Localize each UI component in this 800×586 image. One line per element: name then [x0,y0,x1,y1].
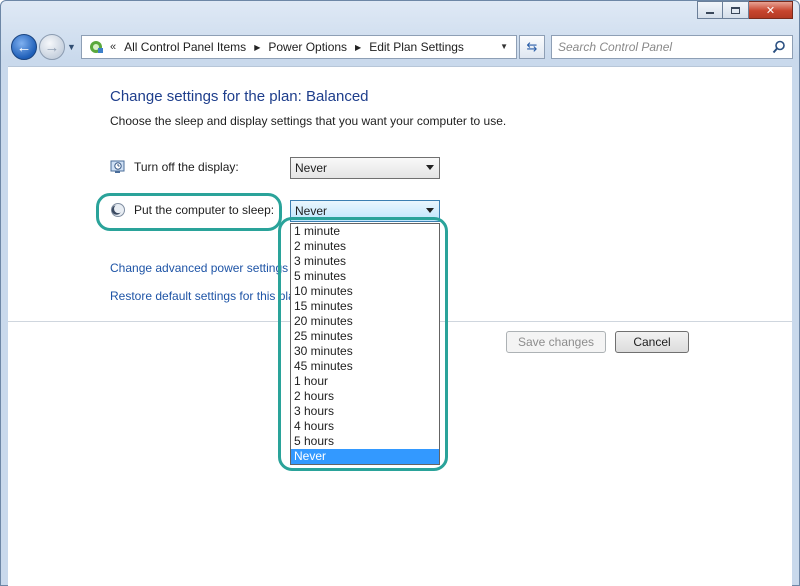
back-arrow-icon: ← [16,38,32,56]
breadcrumb-all-control-panel-items[interactable]: All Control Panel Items [124,40,246,54]
chevron-down-icon [426,208,434,213]
breadcrumb-power-options[interactable]: Power Options [268,40,347,54]
page-title: Change settings for the plan: Balanced [110,88,369,105]
address-dropdown-icon[interactable]: ▼ [500,42,508,51]
maximize-icon [731,6,740,14]
sleep-option[interactable]: 2 minutes [291,239,439,254]
sleep-option[interactable]: 20 minutes [291,314,439,329]
display-off-select[interactable]: Never [290,157,440,179]
sleep-option[interactable]: 30 minutes [291,344,439,359]
sleep-option[interactable]: 25 minutes [291,329,439,344]
chevron-down-icon [426,165,434,170]
search-box[interactable] [551,35,793,59]
sleep-option[interactable]: 4 hours [291,419,439,434]
back-button[interactable]: ← [11,34,37,60]
breadcrumb-edit-plan-settings[interactable]: Edit Plan Settings [369,40,464,54]
address-overflow[interactable]: « [110,41,116,53]
breadcrumb-separator-icon[interactable]: ▶ [254,43,260,52]
navigation-bar: ← → ▼ « All Control Panel Items ▶ Power … [9,33,793,61]
maximize-button[interactable] [723,1,749,19]
sleep-option[interactable]: 15 minutes [291,299,439,314]
sleep-option[interactable]: 1 minute [291,224,439,239]
breadcrumb: All Control Panel Items ▶ Power Options … [124,40,464,54]
caption-buttons: ✕ [697,1,793,19]
forward-button[interactable]: → [39,34,65,60]
sleep-option[interactable]: Never [291,449,439,464]
sleep-value: Never [295,204,328,218]
minimize-icon [706,11,714,14]
chevron-down-icon: ▼ [67,42,76,52]
sleep-option[interactable]: 3 minutes [291,254,439,269]
advanced-settings-link[interactable]: Change advanced power settings [110,261,288,275]
monitor-clock-icon [110,160,125,173]
search-icon[interactable] [772,40,786,54]
sleep-option[interactable]: 5 hours [291,434,439,449]
page-subtitle: Choose the sleep and display settings th… [110,114,507,128]
sleep-option[interactable]: 10 minutes [291,284,439,299]
sleep-option[interactable]: 3 hours [291,404,439,419]
sleep-select[interactable]: Never [290,200,440,222]
close-button[interactable]: ✕ [749,1,793,19]
search-input[interactable] [552,36,762,58]
restore-defaults-link[interactable]: Restore default settings for this plan [110,289,301,303]
forward-arrow-icon: → [44,38,60,56]
sleep-option[interactable]: 1 hour [291,374,439,389]
sleep-dropdown-list[interactable]: 1 minute 2 minutes 3 minutes 5 minutes 10 mi… [290,223,440,465]
save-changes-button[interactable]: Save changes [506,331,606,353]
sleep-option[interactable]: 45 minutes [291,359,439,374]
sleep-label: Put the computer to sleep: [134,203,275,217]
control-panel-icon [90,41,103,53]
display-off-label: Turn off the display: [134,160,239,174]
history-dropdown[interactable]: ▼ [67,42,76,52]
refresh-button[interactable]: ⇆ [519,35,545,59]
close-icon: ✕ [765,4,776,17]
sleep-option[interactable]: 2 hours [291,389,439,404]
display-off-value: Never [295,161,328,175]
address-bar[interactable]: « All Control Panel Items ▶ Power Option… [81,35,517,59]
breadcrumb-separator-icon[interactable]: ▶ [355,43,361,52]
sleep-option[interactable]: 5 minutes [291,269,439,284]
cancel-button[interactable]: Cancel [615,331,689,353]
moon-icon [111,203,125,217]
minimize-button[interactable] [697,1,723,19]
content-pane: Change settings for the plan: Balanced C… [8,66,792,586]
refresh-icon: ⇆ [526,39,538,54]
